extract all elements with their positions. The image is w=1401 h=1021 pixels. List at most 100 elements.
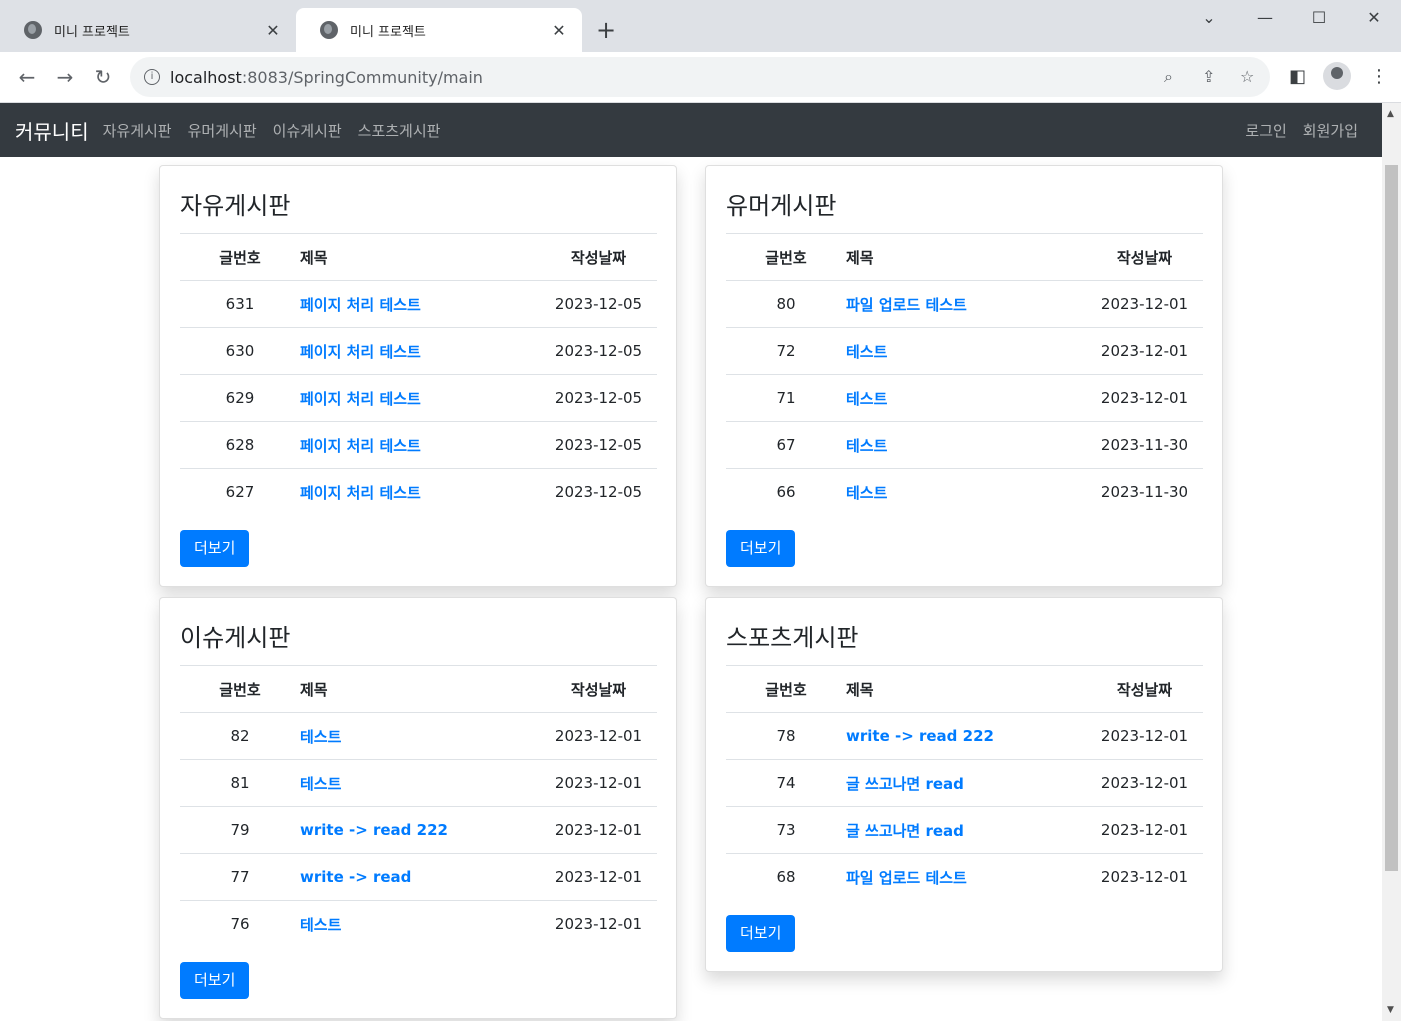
post-title-link[interactable]: 파일 업로드 테스트 <box>846 296 967 314</box>
side-panel-icon[interactable]: ◧ <box>1289 66 1306 87</box>
post-title-link[interactable]: 테스트 <box>846 437 887 455</box>
table-row: 71 테스트 2023-12-01 <box>726 374 1203 422</box>
more-button[interactable]: 더보기 <box>726 529 796 567</box>
scroll-down-icon[interactable]: ▼ <box>1387 1005 1394 1015</box>
table-row: 81 테스트 2023-12-01 <box>180 759 657 807</box>
back-icon[interactable]: ← <box>14 64 40 90</box>
post-date: 2023-12-01 <box>1086 327 1203 375</box>
vertical-scrollbar[interactable]: ▲ ▼ <box>1382 103 1401 1021</box>
post-title-link[interactable]: 파일 업로드 테스트 <box>846 869 967 887</box>
chevron-down-icon[interactable]: ⌄ <box>1194 8 1224 27</box>
table-row: 68 파일 업로드 테스트 2023-12-01 <box>726 853 1203 901</box>
post-date: 2023-11-30 <box>1086 421 1203 469</box>
more-button[interactable]: 더보기 <box>180 961 250 999</box>
post-date: 2023-12-01 <box>540 759 657 807</box>
post-title-link[interactable]: 테스트 <box>846 343 887 361</box>
forward-icon[interactable]: → <box>52 64 78 90</box>
signup-link[interactable]: 회원가입 <box>1303 120 1358 141</box>
scrollbar-thumb[interactable] <box>1385 165 1398 871</box>
post-date: 2023-12-01 <box>1086 853 1203 901</box>
browser-tab-active[interactable]: 미니 프로젝트 ✕ <box>296 8 582 52</box>
window-close-icon[interactable]: ✕ <box>1359 8 1389 27</box>
post-number: 76 <box>180 900 300 948</box>
nav-link-issue[interactable]: 이슈게시판 <box>273 120 342 141</box>
zoom-icon[interactable]: ⌕ <box>1164 67 1173 87</box>
minimize-icon[interactable]: — <box>1250 8 1280 27</box>
post-date: 2023-12-05 <box>540 374 657 422</box>
board-title: 이슈게시판 <box>180 624 291 652</box>
post-title-link[interactable]: 페이지 처리 테스트 <box>300 484 421 502</box>
profile-avatar-icon[interactable] <box>1323 62 1351 90</box>
address-bar[interactable]: i localhost:8083/SpringCommunity/main ⌕ … <box>130 57 1270 97</box>
post-date: 2023-12-05 <box>554 295 643 313</box>
post-title-link[interactable]: 페이지 처리 테스트 <box>300 296 421 314</box>
post-title-link[interactable]: 테스트 <box>300 916 341 934</box>
post-title-link[interactable]: write -> read <box>300 868 411 886</box>
nav-link-humor[interactable]: 유머게시판 <box>188 120 257 141</box>
more-button[interactable]: 더보기 <box>726 914 796 952</box>
table-row: 627 페이지 처리 테스트 2023-12-05 <box>180 468 657 516</box>
table-row: 82 테스트 2023-12-01 <box>180 713 657 760</box>
post-number: 627 <box>180 468 300 516</box>
table-row: 76 테스트 2023-12-01 <box>180 900 657 948</box>
post-title-link[interactable]: 글 쓰고나면 read <box>846 822 964 840</box>
post-title-link[interactable]: 글 쓰고나면 read <box>846 775 964 793</box>
share-icon[interactable]: ⇪ <box>1202 67 1215 86</box>
post-date: 2023-12-01 <box>1086 374 1203 422</box>
post-title-link[interactable]: 테스트 <box>846 484 887 502</box>
board-table: 글번호 제목 작성날짜 78 write -> read 222 2023-12-0… <box>726 665 1203 901</box>
scroll-up-icon[interactable]: ▲ <box>1387 109 1394 119</box>
post-number: 629 <box>180 374 300 422</box>
login-link[interactable]: 로그인 <box>1245 120 1286 141</box>
post-number: 630 <box>180 327 300 375</box>
url-path: :8083/SpringCommunity/main <box>241 67 483 87</box>
board-title: 스포츠게시판 <box>726 624 859 652</box>
more-button[interactable]: 더보기 <box>180 529 250 567</box>
nav-right: 로그인 회원가입 <box>1229 103 1358 157</box>
board-table: 글번호 제목 작성날짜 631 페이지 처리 테스트 2023-12-05 630 페… <box>180 233 657 516</box>
table-row: 78 write -> read 222 2023-12-01 <box>726 713 1203 760</box>
maximize-icon[interactable]: ☐ <box>1304 8 1334 27</box>
table-row: 628 페이지 처리 테스트 2023-12-05 <box>180 421 657 469</box>
post-date: 2023-12-01 <box>1100 295 1189 313</box>
star-icon[interactable]: ☆ <box>1240 67 1254 86</box>
post-date: 2023-12-01 <box>1086 759 1203 807</box>
post-number: 81 <box>180 759 300 807</box>
post-number: 68 <box>726 853 846 901</box>
browser-tab[interactable]: 미니 프로젝트 ✕ <box>0 8 296 52</box>
reload-icon[interactable]: ↻ <box>90 64 116 90</box>
board-card-free: 자유게시판 글번호 제목 작성날짜 631 페이지 처리 테스트 2023-12-0… <box>159 165 677 587</box>
post-title-link[interactable]: 테스트 <box>300 728 341 746</box>
table-row: 74 글 쓰고나면 read 2023-12-01 <box>726 759 1203 807</box>
column-header-title: 제목 <box>846 233 1086 281</box>
nav-link-free[interactable]: 자유게시판 <box>103 120 172 141</box>
column-header-date: 작성날짜 <box>1086 665 1203 713</box>
close-icon[interactable]: ✕ <box>550 21 568 40</box>
menu-icon[interactable]: ⋮ <box>1370 66 1388 87</box>
post-date: 2023-12-05 <box>540 327 657 375</box>
post-title-link[interactable]: 페이지 처리 테스트 <box>300 437 421 455</box>
board-card-issue: 이슈게시판 글번호 제목 작성날짜 82 테스트 2023-12-01 81 테스트 2… <box>159 597 677 1019</box>
post-title-link[interactable]: 페이지 처리 테스트 <box>300 343 421 361</box>
info-icon[interactable]: i <box>144 69 160 85</box>
post-number: 77 <box>180 853 300 901</box>
tab-title: 미니 프로젝트 <box>350 24 426 40</box>
board-table: 글번호 제목 작성날짜 82 테스트 2023-12-01 81 테스트 2023-12… <box>180 665 657 948</box>
table-row: 73 글 쓰고나면 read 2023-12-01 <box>726 806 1203 854</box>
post-date: 2023-12-01 <box>540 806 657 854</box>
post-number: 74 <box>726 759 846 807</box>
url-text[interactable]: localhost:8083/SpringCommunity/main <box>170 68 483 87</box>
post-title-link[interactable]: 테스트 <box>846 390 887 408</box>
post-title-link[interactable]: 페이지 처리 테스트 <box>300 390 421 408</box>
new-tab-icon[interactable]: + <box>596 16 616 44</box>
post-title-link[interactable]: write -> read 222 <box>300 821 448 839</box>
site-brand[interactable]: 커뮤니티 <box>15 116 89 145</box>
table-row: 630 페이지 처리 테스트 2023-12-05 <box>180 327 657 375</box>
post-title-link[interactable]: write -> read 222 <box>846 727 994 745</box>
tab-title: 미니 프로젝트 <box>54 24 130 40</box>
close-icon[interactable]: ✕ <box>264 21 282 40</box>
column-header-num: 글번호 <box>180 665 300 713</box>
nav-link-sports[interactable]: 스포츠게시판 <box>358 120 441 141</box>
column-header-date: 작성날짜 <box>540 233 657 281</box>
post-title-link[interactable]: 테스트 <box>300 775 341 793</box>
